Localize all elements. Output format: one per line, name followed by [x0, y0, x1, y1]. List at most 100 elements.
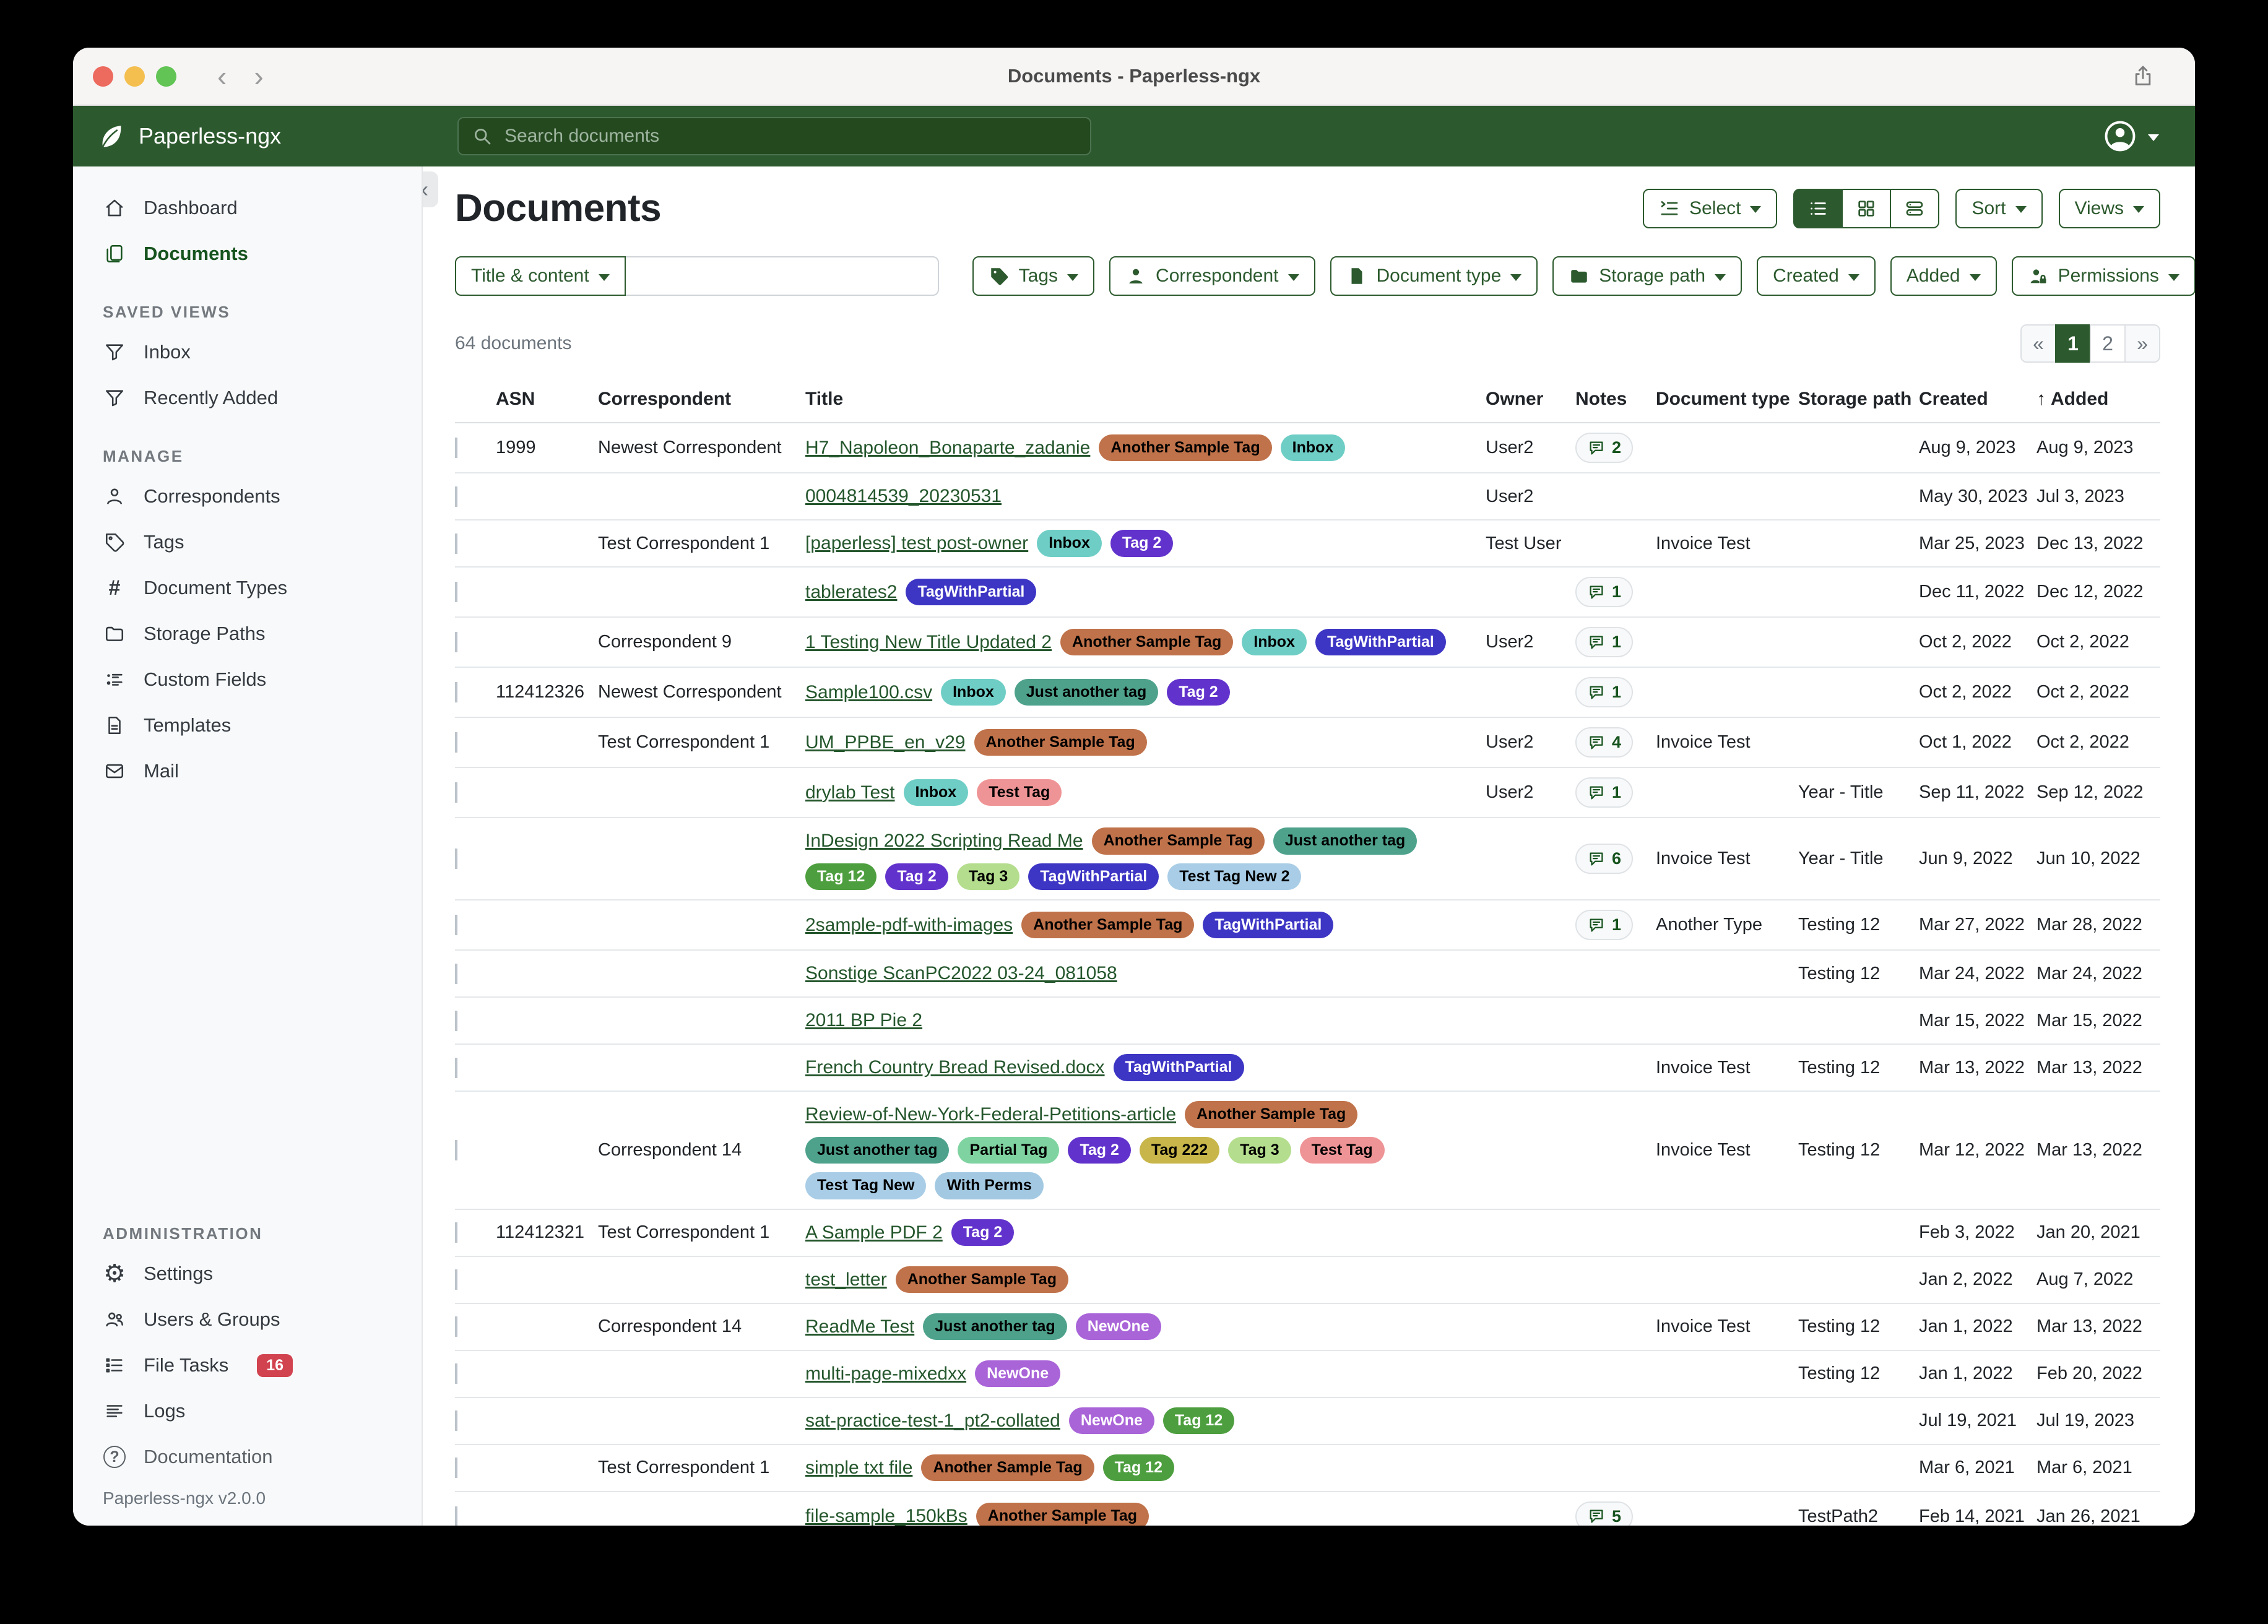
- notes-badge[interactable]: 1: [1575, 577, 1633, 607]
- tag-pill[interactable]: Tag 12: [1163, 1407, 1234, 1435]
- title-content-button[interactable]: Title & content: [455, 256, 626, 296]
- row-checkbox[interactable]: [455, 849, 457, 869]
- cell-correspondent[interactable]: Test Correspondent 1: [598, 732, 805, 753]
- tag-pill[interactable]: Inbox: [904, 779, 969, 806]
- tag-pill[interactable]: Another Sample Tag: [976, 1503, 1149, 1526]
- cell-storage-path[interactable]: Testing 12: [1798, 964, 1919, 984]
- notes-badge[interactable]: 4: [1575, 727, 1633, 758]
- row-checkbox[interactable]: [455, 915, 457, 935]
- tag-pill[interactable]: Just another tag: [1015, 679, 1158, 706]
- tag-pill[interactable]: Tag 3: [1228, 1137, 1291, 1164]
- document-link[interactable]: file-sample_150kBs: [805, 1506, 967, 1526]
- tag-pill[interactable]: Another Sample Tag: [896, 1266, 1068, 1294]
- sidebar-item-documents[interactable]: Documents: [73, 231, 422, 277]
- pagination-next-button[interactable]: »: [2124, 324, 2160, 363]
- cell-document-type[interactable]: Invoice Test: [1656, 1140, 1798, 1160]
- tag-pill[interactable]: Just another tag: [805, 1137, 949, 1164]
- tag-pill[interactable]: Another Sample Tag: [974, 729, 1147, 756]
- tag-pill[interactable]: Tag 222: [1140, 1137, 1219, 1164]
- sidebar-item-file-tasks[interactable]: File Tasks16: [73, 1342, 422, 1388]
- notes-badge[interactable]: 1: [1575, 910, 1633, 940]
- column-header-owner[interactable]: Owner: [1486, 389, 1575, 410]
- tag-pill[interactable]: Just another tag: [1273, 827, 1417, 855]
- sort-button[interactable]: Sort: [1955, 189, 2042, 228]
- search-input[interactable]: [503, 125, 1078, 147]
- tag-pill[interactable]: Tag 12: [1103, 1454, 1174, 1482]
- tag-pill[interactable]: Tag 3: [957, 863, 1019, 891]
- tag-pill[interactable]: Inbox: [1281, 434, 1346, 462]
- column-header-correspondent[interactable]: Correspondent: [598, 389, 805, 410]
- sidebar-item-tags[interactable]: Tags: [73, 519, 422, 565]
- tag-pill[interactable]: Another Sample Tag: [1060, 629, 1233, 656]
- column-header-document-type[interactable]: Document type: [1656, 389, 1798, 410]
- cell-correspondent[interactable]: Correspondent 14: [598, 1140, 805, 1160]
- tag-pill[interactable]: Tag 2: [951, 1219, 1014, 1246]
- filter-correspondent-button[interactable]: Correspondent: [1109, 256, 1315, 296]
- tag-pill[interactable]: Test Tag New: [805, 1172, 926, 1199]
- cell-storage-path[interactable]: Testing 12: [1798, 1058, 1919, 1078]
- cell-storage-path[interactable]: Year - Title: [1798, 849, 1919, 869]
- tag-pill[interactable]: TagWithPartial: [1114, 1054, 1244, 1081]
- share-icon[interactable]: [2131, 64, 2155, 89]
- views-button[interactable]: Views: [2059, 189, 2160, 228]
- document-link[interactable]: French Country Bread Revised.docx: [805, 1057, 1105, 1078]
- tag-pill[interactable]: NewOne: [975, 1360, 1060, 1388]
- filter-text-input[interactable]: [625, 256, 939, 296]
- back-icon[interactable]: ‹: [217, 62, 227, 90]
- sidebar-item-templates[interactable]: Templates: [73, 702, 422, 748]
- document-link[interactable]: test_letter: [805, 1269, 887, 1290]
- tag-pill[interactable]: Just another tag: [923, 1313, 1067, 1341]
- cell-document-type[interactable]: Invoice Test: [1656, 1058, 1798, 1078]
- row-checkbox[interactable]: [455, 964, 457, 984]
- tag-pill[interactable]: Partial Tag: [958, 1137, 1059, 1164]
- document-link[interactable]: Sonstige ScanPC2022 03-24_081058: [805, 963, 1117, 984]
- column-header-storage-path[interactable]: Storage path: [1798, 389, 1919, 410]
- cell-storage-path[interactable]: Testing 12: [1798, 1363, 1919, 1384]
- sidebar-item-mail[interactable]: Mail: [73, 748, 422, 794]
- cell-document-type[interactable]: Invoice Test: [1656, 533, 1798, 554]
- document-link[interactable]: 0004814539_20230531: [805, 486, 1002, 507]
- cell-document-type[interactable]: Invoice Test: [1656, 1316, 1798, 1337]
- tag-pill[interactable]: Test Tag: [977, 779, 1062, 806]
- minimize-window-button[interactable]: [124, 66, 145, 87]
- row-checkbox[interactable]: [455, 682, 457, 702]
- pagination-page-2-button[interactable]: 2: [2090, 324, 2126, 363]
- cell-document-type[interactable]: Invoice Test: [1656, 849, 1798, 869]
- document-link[interactable]: 2sample-pdf-with-images: [805, 915, 1013, 936]
- pagination-prev-button[interactable]: «: [2020, 324, 2056, 363]
- sidebar-item-storage-paths[interactable]: Storage Paths: [73, 611, 422, 657]
- view-details-button[interactable]: [1890, 189, 1939, 228]
- notes-badge[interactable]: 1: [1575, 677, 1633, 707]
- cell-correspondent[interactable]: Test Correspondent 1: [598, 1222, 805, 1243]
- column-header-asn[interactable]: ASN: [496, 389, 598, 410]
- cell-storage-path[interactable]: Testing 12: [1798, 1316, 1919, 1337]
- document-link[interactable]: A Sample PDF 2: [805, 1222, 943, 1243]
- column-header-created[interactable]: Created: [1919, 389, 2036, 410]
- column-header-notes[interactable]: Notes: [1575, 389, 1656, 410]
- row-checkbox[interactable]: [455, 1410, 457, 1431]
- row-checkbox[interactable]: [455, 732, 457, 753]
- tag-pill[interactable]: TagWithPartial: [1203, 912, 1333, 939]
- global-search[interactable]: [457, 117, 1091, 155]
- document-link[interactable]: drylab Test: [805, 782, 895, 803]
- row-checkbox[interactable]: [455, 1506, 457, 1526]
- filter-document-type-button[interactable]: Document type: [1330, 256, 1538, 296]
- cell-storage-path[interactable]: Testing 12: [1798, 915, 1919, 935]
- document-link[interactable]: Sample100.csv: [805, 682, 932, 703]
- tag-pill[interactable]: TagWithPartial: [1315, 629, 1446, 656]
- row-checkbox[interactable]: [455, 582, 457, 602]
- row-checkbox[interactable]: [455, 1458, 457, 1478]
- cell-storage-path[interactable]: Year - Title: [1798, 782, 1919, 803]
- tag-pill[interactable]: Another Sample Tag: [1185, 1101, 1357, 1128]
- document-link[interactable]: simple txt file: [805, 1458, 912, 1479]
- cell-correspondent[interactable]: Newest Correspondent: [598, 682, 805, 702]
- sidebar-item-settings[interactable]: ⚙Settings: [73, 1251, 422, 1297]
- notes-badge[interactable]: 1: [1575, 777, 1633, 808]
- document-link[interactable]: sat-practice-test-1_pt2-collated: [805, 1410, 1060, 1432]
- row-checkbox[interactable]: [455, 782, 457, 803]
- sidebar-item-documentation[interactable]: ?Documentation: [73, 1434, 422, 1480]
- tag-pill[interactable]: TagWithPartial: [1028, 863, 1159, 891]
- brand[interactable]: Paperless-ngx: [73, 122, 423, 150]
- tag-pill[interactable]: Another Sample Tag: [1099, 434, 1271, 462]
- row-checkbox[interactable]: [455, 1140, 457, 1160]
